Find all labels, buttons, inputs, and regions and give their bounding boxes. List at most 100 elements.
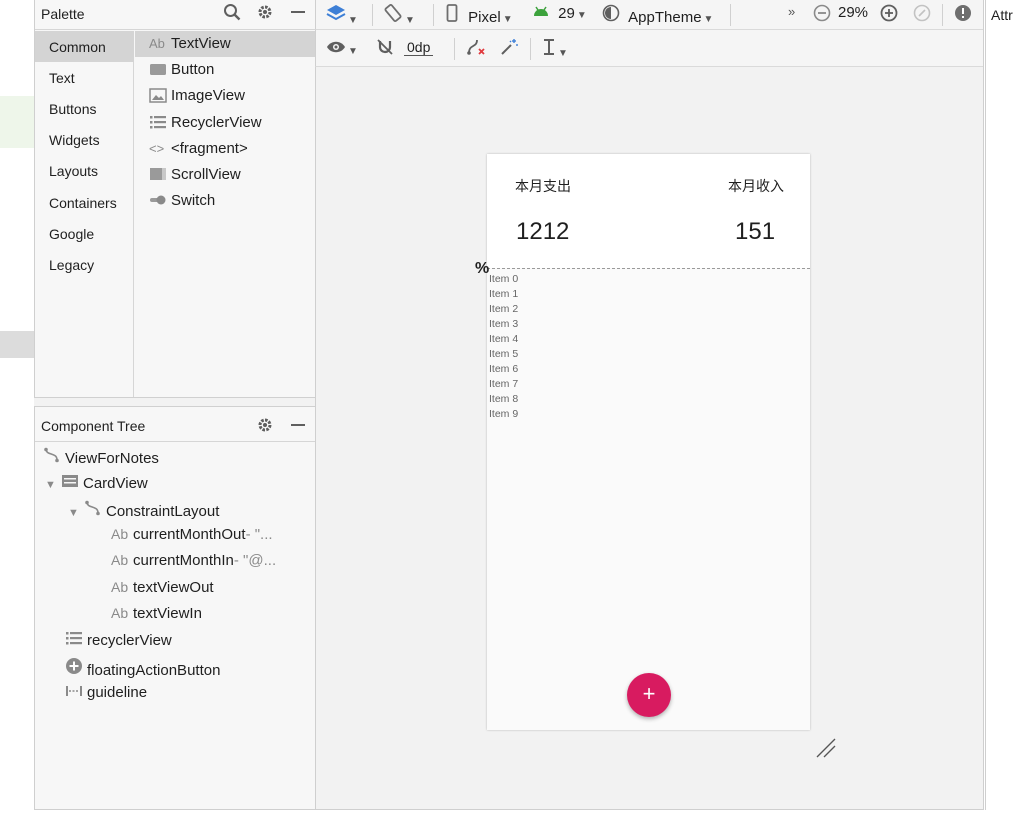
widget-switch[interactable]: Switch xyxy=(135,188,316,214)
eye-icon xyxy=(326,41,346,58)
tree-node-guideline[interactable]: guideline xyxy=(65,684,147,710)
caret-down-icon: ▼ xyxy=(703,14,714,25)
bottom-border xyxy=(34,809,984,810)
widget-label: <fragment> xyxy=(171,140,248,157)
orientation-button[interactable]: ▼ xyxy=(383,3,415,27)
align-button[interactable]: ▼ xyxy=(542,38,568,60)
tree-node-viewfornotes[interactable]: ViewForNotes xyxy=(43,447,159,473)
resize-handle-icon[interactable] xyxy=(815,737,837,759)
widget-button[interactable]: Button xyxy=(135,57,316,83)
palette-title: Palette xyxy=(41,6,85,22)
widget-fragment[interactable]: <> <fragment> xyxy=(135,136,316,162)
list-item: Item 3 xyxy=(489,318,519,330)
api-level-label: 29 xyxy=(558,5,575,22)
constraint-layout-icon xyxy=(84,500,106,519)
left-tool-strip xyxy=(0,0,34,810)
minimize-icon[interactable] xyxy=(289,3,307,26)
rotate-device-icon xyxy=(383,4,403,27)
category-buttons[interactable]: Buttons xyxy=(35,93,134,124)
toolbar-separator xyxy=(433,4,434,26)
layers-icon xyxy=(326,5,346,27)
theme-label: AppTheme xyxy=(628,9,702,26)
widget-textview[interactable]: Ab TextView xyxy=(135,31,316,57)
view-options-button[interactable]: ▼ xyxy=(326,40,358,58)
search-icon[interactable] xyxy=(223,3,241,26)
widget-label: ScrollView xyxy=(171,166,241,183)
category-text[interactable]: Text xyxy=(35,62,134,93)
attributes-title[interactable]: Attr xyxy=(991,7,1013,23)
widget-label: Button xyxy=(171,61,215,78)
month-in-label[interactable]: 本月收入 xyxy=(728,176,784,196)
component-tree-title: Component Tree xyxy=(41,418,146,434)
tree-node-label: textViewIn xyxy=(133,605,202,622)
widget-label: RecyclerView xyxy=(171,114,262,131)
guideline-percent-marker[interactable]: % xyxy=(475,260,489,278)
autoconnect-off-icon[interactable] xyxy=(376,38,394,60)
zoom-out-icon[interactable] xyxy=(813,4,831,26)
category-layouts[interactable]: Layouts xyxy=(35,155,134,186)
tree-node-textviewout[interactable]: Ab textViewOut xyxy=(111,579,214,605)
palette-categories: Common Text Buttons Widgets Layouts Cont… xyxy=(35,31,134,397)
guideline-line[interactable] xyxy=(487,268,810,269)
card-view-icon xyxy=(61,474,83,491)
caret-down-icon: ▼ xyxy=(348,15,358,26)
month-in-value[interactable]: 151 xyxy=(735,218,775,246)
zoom-fit-icon[interactable] xyxy=(913,4,931,26)
recycler-view-preview[interactable]: Item 0 Item 1 Item 2 Item 3 Item 4 Item … xyxy=(489,272,518,422)
tree-node-textviewin[interactable]: Ab textViewIn xyxy=(111,605,202,631)
theme-selector[interactable]: AppTheme ▼ xyxy=(602,4,713,26)
month-out-value[interactable]: 1212 xyxy=(516,218,569,246)
category-containers[interactable]: Containers xyxy=(35,187,134,218)
infer-constraints-icon[interactable] xyxy=(499,38,519,60)
summary-card[interactable]: 本月支出 本月收入 1212 151 xyxy=(487,154,810,268)
gear-icon[interactable] xyxy=(256,3,274,26)
widget-scrollview[interactable]: ScrollView xyxy=(135,162,316,188)
phone-icon xyxy=(446,4,458,26)
widget-label: Switch xyxy=(171,192,216,209)
category-common[interactable]: Common xyxy=(35,31,134,62)
android-icon xyxy=(532,5,550,22)
design-canvas[interactable]: 本月支出 本月收入 1212 151 % Item 0 Item 1 Item … xyxy=(315,67,983,810)
widget-recyclerview[interactable]: RecyclerView xyxy=(135,110,316,136)
zoom-in-icon[interactable] xyxy=(880,4,898,26)
list-icon xyxy=(149,115,167,131)
expand-triangle-icon[interactable]: ▼ xyxy=(68,507,84,519)
category-google[interactable]: Google xyxy=(35,218,134,249)
toolbar-overflow-button[interactable]: » xyxy=(788,4,795,19)
default-margin-button[interactable]: 0dp xyxy=(404,39,434,56)
minimize-icon[interactable] xyxy=(289,416,307,439)
switch-icon xyxy=(149,193,167,209)
widget-imageview[interactable]: ImageView xyxy=(135,83,316,109)
panel-splitter[interactable] xyxy=(34,397,315,407)
expand-triangle-icon[interactable]: ▼ xyxy=(45,479,61,491)
category-legacy[interactable]: Legacy xyxy=(35,249,134,280)
design-surface-button[interactable]: ▼ xyxy=(326,3,358,27)
list-item: Item 0 xyxy=(489,273,519,285)
fab-plus-icon xyxy=(65,657,87,678)
tree-node-constraintlayout[interactable]: ▼ ConstraintLayout xyxy=(68,500,219,526)
tree-node-label: ConstraintLayout xyxy=(106,503,220,520)
category-widgets[interactable]: Widgets xyxy=(35,124,134,155)
palette-widgets: Ab TextView Button ImageView RecyclerVie… xyxy=(135,31,316,397)
api-level-selector[interactable]: 29 ▼ xyxy=(532,4,587,22)
scroll-view-icon xyxy=(149,167,167,183)
floating-action-button[interactable]: + xyxy=(627,673,671,717)
tree-node-floatingactionbutton[interactable]: floatingActionButton xyxy=(65,657,220,683)
tree-node-currentmonthin[interactable]: Ab currentMonthIn- "@... xyxy=(111,552,276,578)
android-studio-layout-editor: Palette Common Text Buttons Widgets Layo… xyxy=(0,0,1013,815)
ab-text-icon: Ab xyxy=(111,605,129,621)
month-out-label[interactable]: 本月支出 xyxy=(515,176,571,196)
warning-icon[interactable] xyxy=(954,4,972,26)
list-item: Item 7 xyxy=(489,378,519,390)
device-selector[interactable]: Pixel ▼ xyxy=(446,4,513,26)
clear-constraints-icon[interactable] xyxy=(466,38,486,60)
device-preview[interactable]: 本月支出 本月收入 1212 151 % Item 0 Item 1 Item … xyxy=(475,154,810,730)
tree-node-cardview[interactable]: ▼ CardView xyxy=(45,474,148,500)
caret-down-icon: ▼ xyxy=(502,14,513,25)
list-item: Item 9 xyxy=(489,408,519,420)
gear-icon[interactable] xyxy=(256,416,274,439)
tree-node-label: currentMonthIn xyxy=(133,552,234,569)
tree-node-currentmonthout[interactable]: Ab currentMonthOut- "... xyxy=(111,526,273,552)
tree-node-recyclerview[interactable]: recyclerView xyxy=(65,631,172,657)
attributes-panel: Attr xyxy=(983,0,1013,810)
